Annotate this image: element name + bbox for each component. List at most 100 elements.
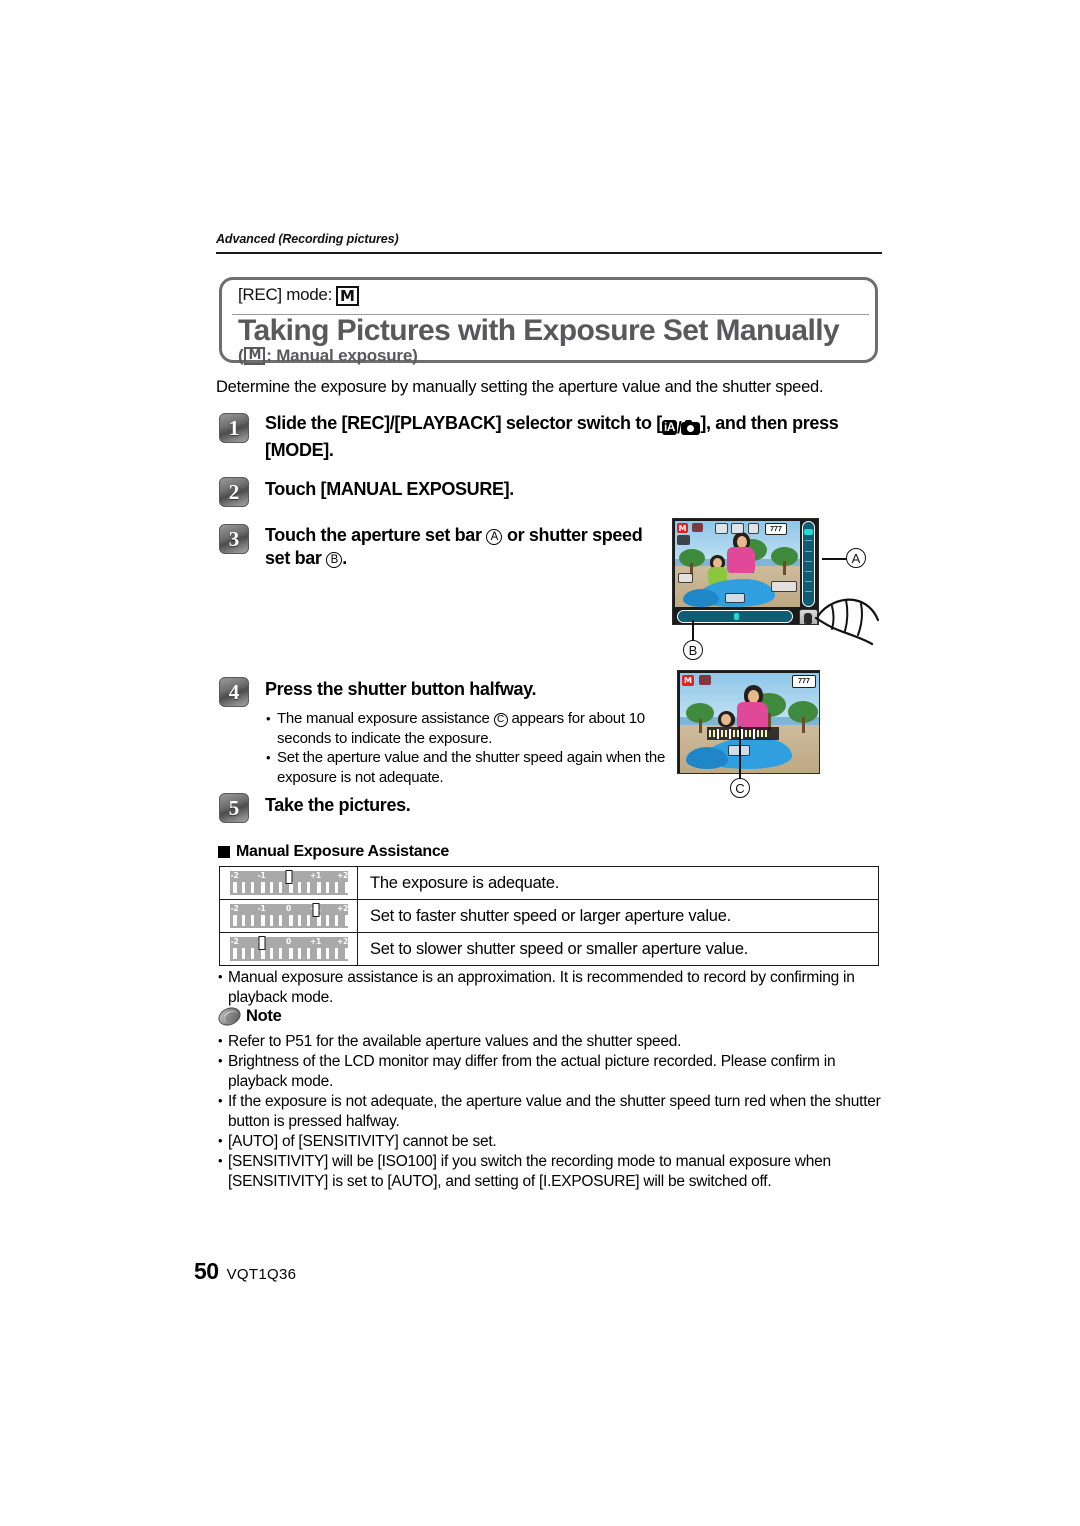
step-4-bullet-2: • Set the aperture value and the shutter… — [266, 748, 672, 787]
running-head: Advanced (Recording pictures) — [216, 232, 399, 246]
exposure-scale-label: +2 — [337, 904, 348, 913]
figure-1-aperture-value — [678, 573, 693, 583]
exposure-scale-label: +1 — [310, 871, 321, 880]
bullet-dot: • — [218, 1033, 223, 1048]
document-code: VQT1Q36 — [226, 1266, 297, 1283]
step-3-text-a: Touch the aperture set bar — [265, 525, 482, 545]
callout-a-leader — [822, 558, 848, 560]
note-bullet-4-text: [AUTO] of [SENSITIVITY] cannot be set. — [228, 1133, 497, 1150]
rec-mode-label: [REC] mode: — [238, 285, 333, 304]
note-label: Note — [246, 1007, 282, 1025]
note-bullet-3: • If the exposure is not adequate, the a… — [218, 1092, 883, 1132]
exposure-meter-cell: -2-10+1+2 — [220, 867, 358, 899]
exposure-scale-label: 0 — [286, 937, 291, 946]
page-subtitle: ( M : Manual exposure) — [238, 346, 418, 366]
exposure-marker — [258, 936, 265, 950]
exposure-marker — [285, 870, 292, 884]
page-footer: 50 VQT1Q36 — [194, 1258, 296, 1285]
intro-paragraph: Determine the exposure by manually setti… — [216, 378, 824, 396]
figure-1-quality-icon — [715, 523, 728, 534]
exposure-meter-cell: -2-10+1+2 — [220, 900, 358, 932]
assistance-heading-text: Manual Exposure Assistance — [236, 843, 450, 860]
note-bullet-5: • [SENSITIVITY] will be [ISO100] if you … — [218, 1152, 883, 1192]
note-bullet-2-text: Brightness of the LCD monitor may differ… — [228, 1053, 836, 1090]
manual-exposure-assistance-overlay — [707, 727, 779, 740]
page-number: 50 — [194, 1258, 219, 1284]
exposure-scale-label: -2 — [230, 904, 239, 913]
approximation-note-text: Manual exposure assistance is an approxi… — [228, 969, 855, 1006]
exposure-scale-ticks — [232, 948, 349, 959]
pencil-note-icon — [215, 1004, 244, 1029]
callout-c-leader — [739, 726, 741, 779]
step-1-text-a: Slide the [REC]/[PLAYBACK] selector swit… — [265, 413, 662, 433]
note-header: Note — [215, 1004, 282, 1029]
manual-mode-icon-subtitle: M — [244, 347, 266, 365]
callout-c-circle: C — [730, 778, 750, 798]
callout-b-circle: B — [683, 640, 703, 660]
note-bullet-5-text: [SENSITIVITY] will be [ISO100] if you sw… — [228, 1153, 831, 1190]
callout-ref-a: A — [486, 529, 503, 545]
exposure-scale-label: -2 — [230, 937, 239, 946]
exposure-scale-label: -1 — [257, 904, 266, 913]
row-description: Set to slower shutter speed or smaller a… — [370, 939, 749, 958]
title-box: [REC] mode: M Taking Pictures with Expos… — [219, 277, 878, 366]
exposure-scale-label: 0 — [286, 904, 291, 913]
step-2-text: Touch [MANUAL EXPOSURE]. — [265, 479, 514, 499]
step-5-badge: 5 — [219, 793, 249, 823]
exposure-scale-label: -1 — [257, 871, 266, 880]
row-description: Set to faster shutter speed or larger ap… — [370, 906, 731, 925]
subtitle-paren-open: ( — [238, 346, 244, 365]
subtitle-text: : Manual exposure) — [266, 346, 418, 365]
figure-1-lcd-preview: M 777 — [675, 521, 800, 607]
figure-1-stabilizer-icon — [748, 523, 759, 534]
exposure-scale-ticks — [232, 915, 349, 926]
exposure-meter-cell: -2-10+1+2 — [220, 933, 358, 965]
figure-2-battery-icon: 777 — [792, 675, 816, 688]
step-3-text: Touch the aperture set bar A or shutter … — [265, 524, 655, 570]
rec-mode-line: [REC] mode: M — [238, 285, 359, 306]
table-row: -2-10+1+2 The exposure is adequate. — [220, 867, 878, 900]
callout-b-leader — [692, 620, 694, 642]
figure-2-mode-icon: M — [682, 675, 694, 686]
step-5-text: Take the pictures. — [265, 795, 411, 815]
bullet-dot: • — [266, 750, 271, 765]
note-bullet-2: • Brightness of the LCD monitor may diff… — [218, 1052, 883, 1092]
exposure-meter-over: -2-10+1+2 — [229, 903, 349, 928]
figure-1-mode-icon: M — [677, 523, 688, 533]
table-row: -2-10+1+2 Set to faster shutter speed or… — [220, 900, 878, 933]
approximation-note: • Manual exposure assistance is an appro… — [218, 968, 883, 1008]
exposure-scale-label: +1 — [310, 937, 321, 946]
camera-icon — [681, 420, 701, 435]
step-4-text: Press the shutter button halfway. — [265, 679, 537, 699]
figure-2-lcd-preview: M 777 — [680, 673, 819, 773]
step-2-badge: 2 — [219, 477, 249, 507]
callout-a-circle: A — [846, 548, 866, 568]
manual-mode-icon: M — [336, 286, 359, 306]
figure-1-shutter-speed-value — [725, 593, 745, 603]
figure-1-battery-icon: 777 — [765, 523, 787, 535]
step-4-bullet-2-text: Set the aperture value and the shutter s… — [277, 749, 666, 786]
bullet-dot: • — [218, 1153, 223, 1168]
figure-2-flash-icon — [699, 675, 711, 685]
table-row: -2-10+1+2 Set to slower shutter speed or… — [220, 933, 878, 965]
figure-1-camera-screen: M 777 — [672, 518, 819, 625]
exposure-assistance-table: -2 -1 0 +1 +2 The exposure is adequate. -2 -1… — [219, 866, 879, 966]
figure-1-flash-icon — [692, 523, 703, 532]
step-3-text-c: . — [342, 548, 347, 568]
manual-page: Advanced (Recording pictures) [REC] mode… — [0, 0, 1080, 1526]
callout-ref-b: B — [326, 552, 343, 568]
step-3-badge: 3 — [219, 524, 249, 554]
figure-1-resolution-icon — [731, 523, 744, 534]
bullet-dot: • — [218, 1053, 223, 1068]
exposure-meter-under: -2-10+1+2 — [229, 936, 349, 961]
note-bullet-1: • Refer to P51 for the available apertur… — [218, 1032, 883, 1052]
section-square-bullet — [218, 846, 230, 858]
step-1-text: Slide the [REC]/[PLAYBACK] selector swit… — [265, 412, 875, 462]
step-4-bullet-1: • The manual exposure assistance C appea… — [266, 709, 662, 748]
shutter-speed-set-bar[interactable] — [677, 610, 793, 623]
bullet-dot: • — [218, 969, 223, 984]
selector-switch-icons: iA / — [661, 416, 701, 439]
figure-2-camera-screen: M 777 — [677, 670, 820, 774]
page-title: Taking Pictures with Exposure Set Manual… — [238, 314, 840, 347]
row-description: The exposure is adequate. — [370, 873, 560, 892]
